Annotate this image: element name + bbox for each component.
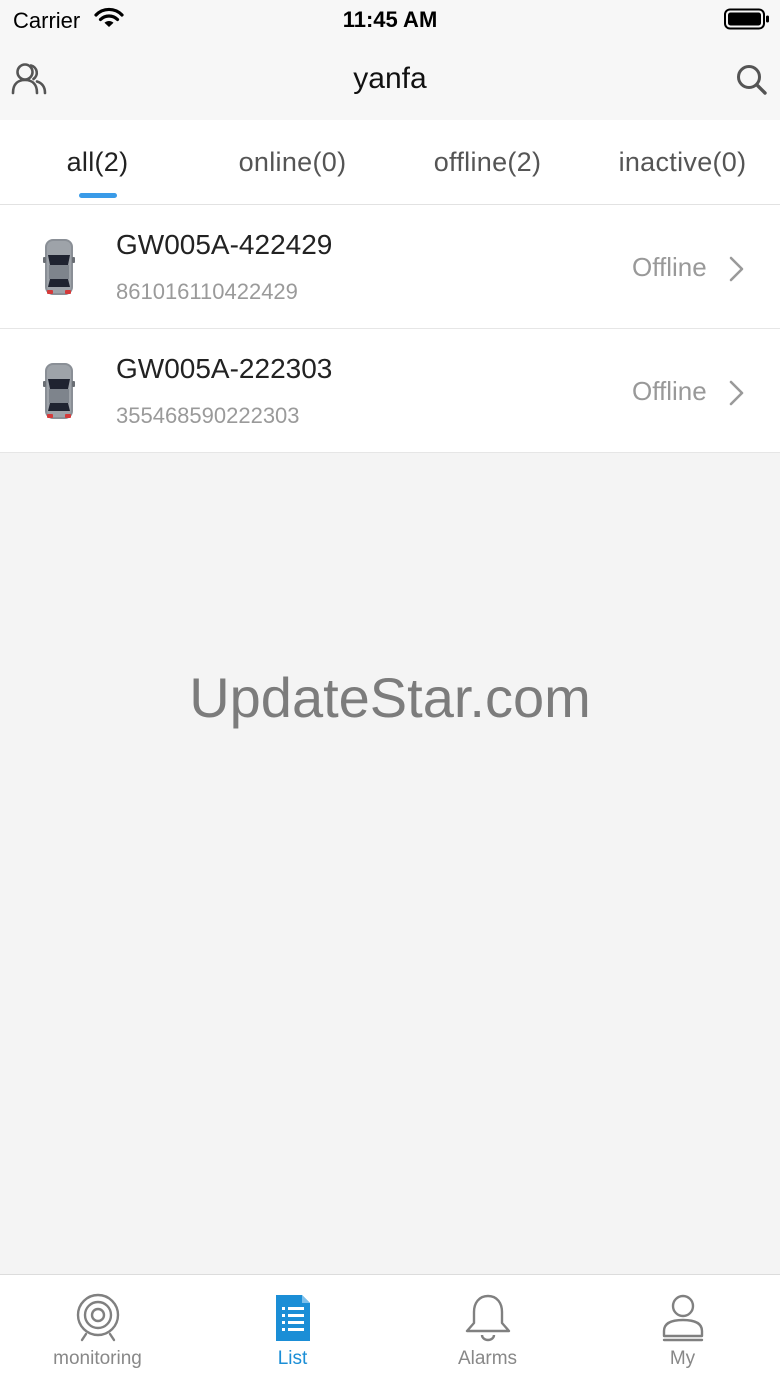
tab-list[interactable]: List [195, 1275, 390, 1387]
person-icon [658, 1293, 708, 1343]
tab-online[interactable]: online(0) [195, 120, 390, 204]
chevron-right-icon [728, 255, 746, 288]
target-icon [73, 1293, 123, 1343]
tab-alarms-label: Alarms [457, 1348, 518, 1369]
tab-alarms[interactable]: Alarms [390, 1275, 585, 1387]
tab-my[interactable]: My [585, 1275, 780, 1387]
chevron-right-icon [728, 379, 746, 412]
tab-online-label: online(0) [238, 147, 347, 177]
tab-list-label: List [277, 1348, 308, 1369]
car-icon [40, 235, 78, 299]
active-tab-indicator [78, 193, 117, 198]
watermark: UpdateStar.com [189, 666, 591, 729]
status-filter-tabs: all(2) online(0) offline(2) inactive(0) [0, 120, 780, 205]
tab-my-label: My [669, 1348, 696, 1369]
battery-icon [724, 8, 770, 35]
status-bar: Carrier 11:45 AM [0, 0, 780, 40]
tab-all-label: all(2) [66, 147, 129, 177]
tab-inactive[interactable]: inactive(0) [585, 120, 780, 204]
device-imei: 861016110422429 [116, 279, 298, 304]
search-icon[interactable] [732, 60, 772, 100]
bottom-tab-bar: monitoring List Alarms My [0, 1274, 780, 1387]
car-icon [40, 359, 78, 423]
bell-icon [463, 1293, 513, 1343]
page-title: yanfa [353, 62, 427, 95]
tab-monitoring-label: monitoring [53, 1348, 142, 1369]
device-imei: 355468590222303 [116, 403, 300, 428]
device-name: GW005A-422429 [116, 229, 333, 260]
clock: 11:45 AM [342, 7, 438, 32]
tab-all[interactable]: all(2) [0, 120, 195, 204]
tab-offline[interactable]: offline(2) [390, 120, 585, 204]
device-row[interactable]: GW005A-422429 861016110422429 Offline [0, 205, 780, 329]
device-status: Offline [632, 252, 707, 282]
tab-monitoring[interactable]: monitoring [0, 1275, 195, 1387]
tab-inactive-label: inactive(0) [618, 147, 747, 177]
navigation-bar: yanfa [0, 40, 780, 120]
device-name: GW005A-222303 [116, 353, 333, 384]
device-row[interactable]: GW005A-222303 355468590222303 Offline [0, 329, 780, 453]
list-icon [268, 1293, 318, 1343]
device-status: Offline [632, 376, 707, 406]
tab-offline-label: offline(2) [433, 147, 542, 177]
device-list: GW005A-422429 861016110422429 Offline GW… [0, 205, 780, 453]
